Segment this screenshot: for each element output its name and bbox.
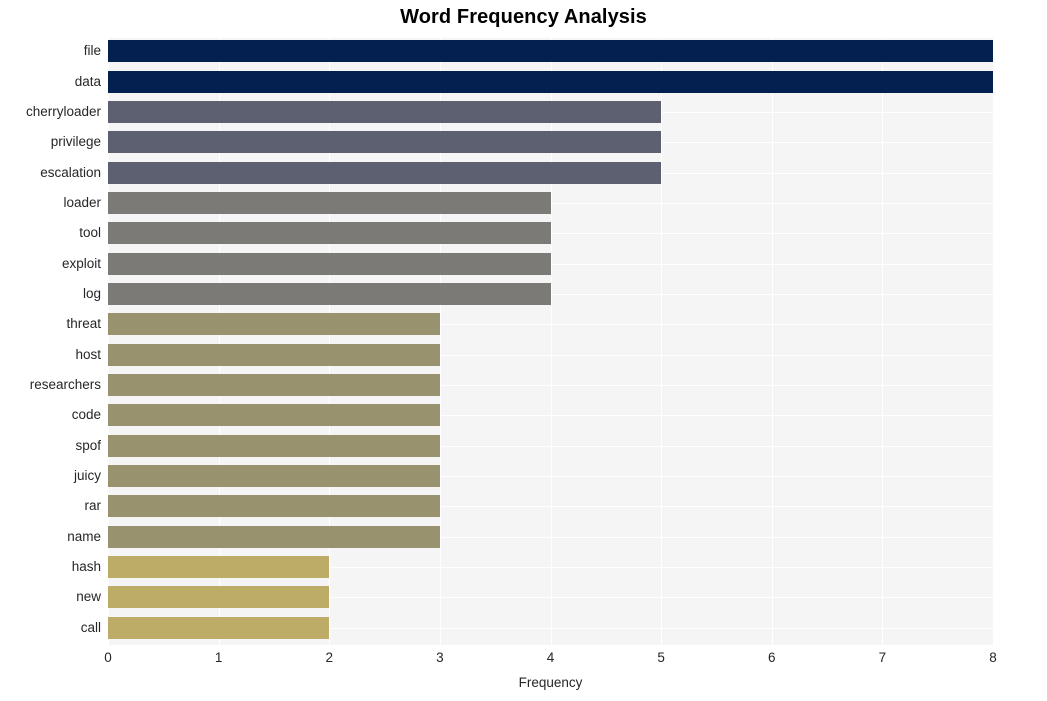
y-tick-label-code: code: [71, 407, 101, 423]
bar-call: [108, 616, 330, 639]
gridline-x-0: [108, 38, 109, 645]
y-tick-label-exploit: exploit: [61, 255, 101, 271]
y-tick-label-rar: rar: [84, 498, 102, 514]
gridline-x-1: [218, 38, 220, 645]
bar-file: [108, 40, 993, 63]
y-tick-label-new: new: [76, 589, 101, 605]
x-tick-label-6: 6: [767, 650, 776, 665]
bar-escalation: [108, 161, 662, 184]
x-axis-tick-labels: 0 1 2 3 4 5 6 7 8: [104, 650, 997, 672]
y-tick-label-call: call: [80, 619, 101, 635]
y-tick-label-cherryloader: cherryloader: [25, 103, 101, 119]
bar-researchers: [108, 374, 440, 397]
gridline-x-5: [661, 38, 663, 645]
gridline-x-4: [550, 38, 552, 645]
bar-tool: [108, 222, 551, 245]
bar-rar: [108, 495, 440, 518]
bar-host: [108, 343, 440, 366]
y-tick-label-spof: spof: [75, 437, 101, 453]
y-tick-label-file: file: [83, 43, 101, 59]
y-tick-label-name: name: [67, 528, 101, 544]
x-axis-title: Frequency: [518, 675, 583, 690]
y-tick-label-tool: tool: [79, 225, 101, 241]
y-tick-label-hash: hash: [71, 559, 101, 575]
y-tick-label-data: data: [74, 73, 101, 89]
bar-spof: [108, 434, 440, 457]
x-tick-label-3: 3: [436, 650, 444, 665]
bar-exploit: [108, 252, 551, 275]
gridline-x-2: [329, 38, 331, 645]
y-tick-label-escalation: escalation: [40, 164, 101, 180]
bar-log: [108, 282, 551, 305]
y-tick-label-researchers: researchers: [29, 377, 101, 393]
gridline-x-7: [882, 38, 884, 645]
y-tick-label-privilege: privilege: [50, 134, 101, 150]
x-tick-label-1: 1: [214, 650, 223, 665]
word-frequency-chart: Word Frequency Analysis file data cherrylo…: [0, 0, 1047, 701]
y-tick-label-host: host: [75, 346, 101, 362]
x-tick-label-0: 0: [104, 650, 112, 665]
gridline-x-3: [439, 38, 441, 645]
bar-code: [108, 404, 440, 427]
bar-data: [108, 70, 993, 93]
y-tick-label-loader: loader: [63, 194, 101, 210]
bar-name: [108, 525, 440, 548]
bar-privilege: [108, 131, 662, 154]
bar-threat: [108, 313, 440, 336]
bar-new: [108, 586, 330, 609]
gridline-x-6: [771, 38, 773, 645]
y-axis-tick-labels: file data cherryloader privilege escalation l…: [0, 38, 101, 645]
chart-title: Word Frequency Analysis: [400, 6, 647, 28]
y-tick-label-juicy: juicy: [73, 468, 101, 484]
bar-loader: [108, 191, 551, 214]
x-tick-label-5: 5: [657, 650, 665, 665]
x-tick-label-7: 7: [878, 650, 887, 665]
x-tick-label-2: 2: [325, 650, 333, 665]
bar-cherryloader: [108, 100, 662, 123]
bar-hash: [108, 556, 330, 579]
plot-area: [108, 38, 993, 645]
x-tick-label-8: 8: [989, 650, 997, 665]
y-tick-label-log: log: [82, 285, 101, 301]
x-tick-label-4: 4: [546, 650, 555, 665]
bar-juicy: [108, 465, 440, 488]
y-tick-label-threat: threat: [66, 316, 101, 332]
